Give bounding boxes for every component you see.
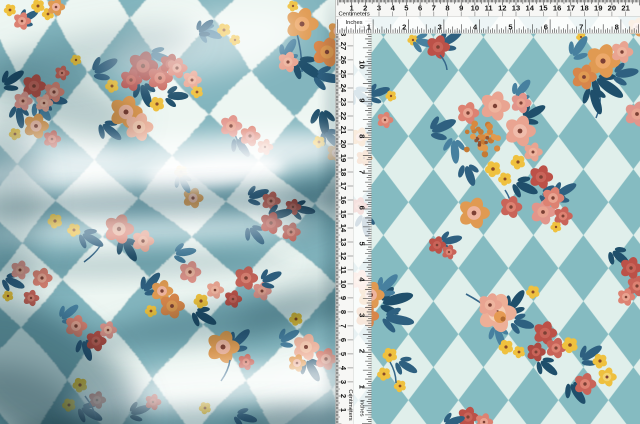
svg-text:23: 23 xyxy=(339,98,348,106)
svg-text:7: 7 xyxy=(339,324,348,328)
svg-text:6: 6 xyxy=(418,4,422,13)
svg-text:16: 16 xyxy=(339,196,348,204)
svg-text:13: 13 xyxy=(339,238,348,246)
svg-text:14: 14 xyxy=(525,4,534,13)
svg-text:10: 10 xyxy=(471,4,479,13)
svg-text:9: 9 xyxy=(357,98,366,102)
svg-text:12: 12 xyxy=(498,4,506,13)
svg-text:19: 19 xyxy=(594,4,602,13)
svg-text:10: 10 xyxy=(339,280,348,288)
svg-text:19: 19 xyxy=(339,154,348,162)
svg-text:3: 3 xyxy=(339,380,348,384)
svg-text:12: 12 xyxy=(339,252,348,260)
svg-text:17: 17 xyxy=(567,4,575,13)
svg-text:8: 8 xyxy=(339,310,348,314)
svg-text:26: 26 xyxy=(339,56,348,64)
svg-text:2: 2 xyxy=(402,22,406,31)
svg-text:16: 16 xyxy=(553,4,561,13)
svg-text:9: 9 xyxy=(339,296,348,300)
svg-text:18: 18 xyxy=(580,4,588,13)
svg-text:24: 24 xyxy=(339,84,348,93)
svg-text:15: 15 xyxy=(539,4,548,13)
svg-text:6: 6 xyxy=(339,338,348,342)
svg-text:11: 11 xyxy=(339,266,348,275)
svg-text:18: 18 xyxy=(339,168,348,176)
svg-text:2: 2 xyxy=(357,349,366,353)
svg-text:8: 8 xyxy=(445,4,449,13)
svg-text:Centimeters: Centimeters xyxy=(339,11,370,17)
svg-text:Centimeters: Centimeters xyxy=(347,389,353,420)
svg-text:8: 8 xyxy=(357,134,366,138)
svg-text:6: 6 xyxy=(357,206,366,210)
svg-text:8: 8 xyxy=(615,22,619,31)
svg-text:3: 3 xyxy=(377,4,381,13)
svg-text:14: 14 xyxy=(339,224,348,233)
svg-text:25: 25 xyxy=(339,70,348,79)
svg-text:17: 17 xyxy=(339,182,348,190)
svg-text:7: 7 xyxy=(357,170,366,174)
svg-text:11: 11 xyxy=(485,4,494,13)
svg-text:10: 10 xyxy=(357,60,366,68)
svg-text:15: 15 xyxy=(339,210,348,219)
svg-text:Inches: Inches xyxy=(359,399,365,416)
svg-text:21: 21 xyxy=(621,4,630,13)
svg-text:9: 9 xyxy=(459,4,463,13)
svg-text:3: 3 xyxy=(438,22,442,31)
svg-text:2: 2 xyxy=(339,394,348,398)
svg-text:20: 20 xyxy=(608,4,616,13)
svg-text:27: 27 xyxy=(339,42,348,50)
svg-text:20: 20 xyxy=(339,140,348,148)
svg-text:13: 13 xyxy=(512,4,520,13)
svg-text:21: 21 xyxy=(339,126,348,135)
svg-text:7: 7 xyxy=(432,4,436,13)
svg-text:3: 3 xyxy=(357,313,366,317)
svg-text:6: 6 xyxy=(544,22,548,31)
svg-text:7: 7 xyxy=(579,22,583,31)
svg-text:Inches: Inches xyxy=(346,20,363,26)
svg-text:22: 22 xyxy=(339,112,348,120)
